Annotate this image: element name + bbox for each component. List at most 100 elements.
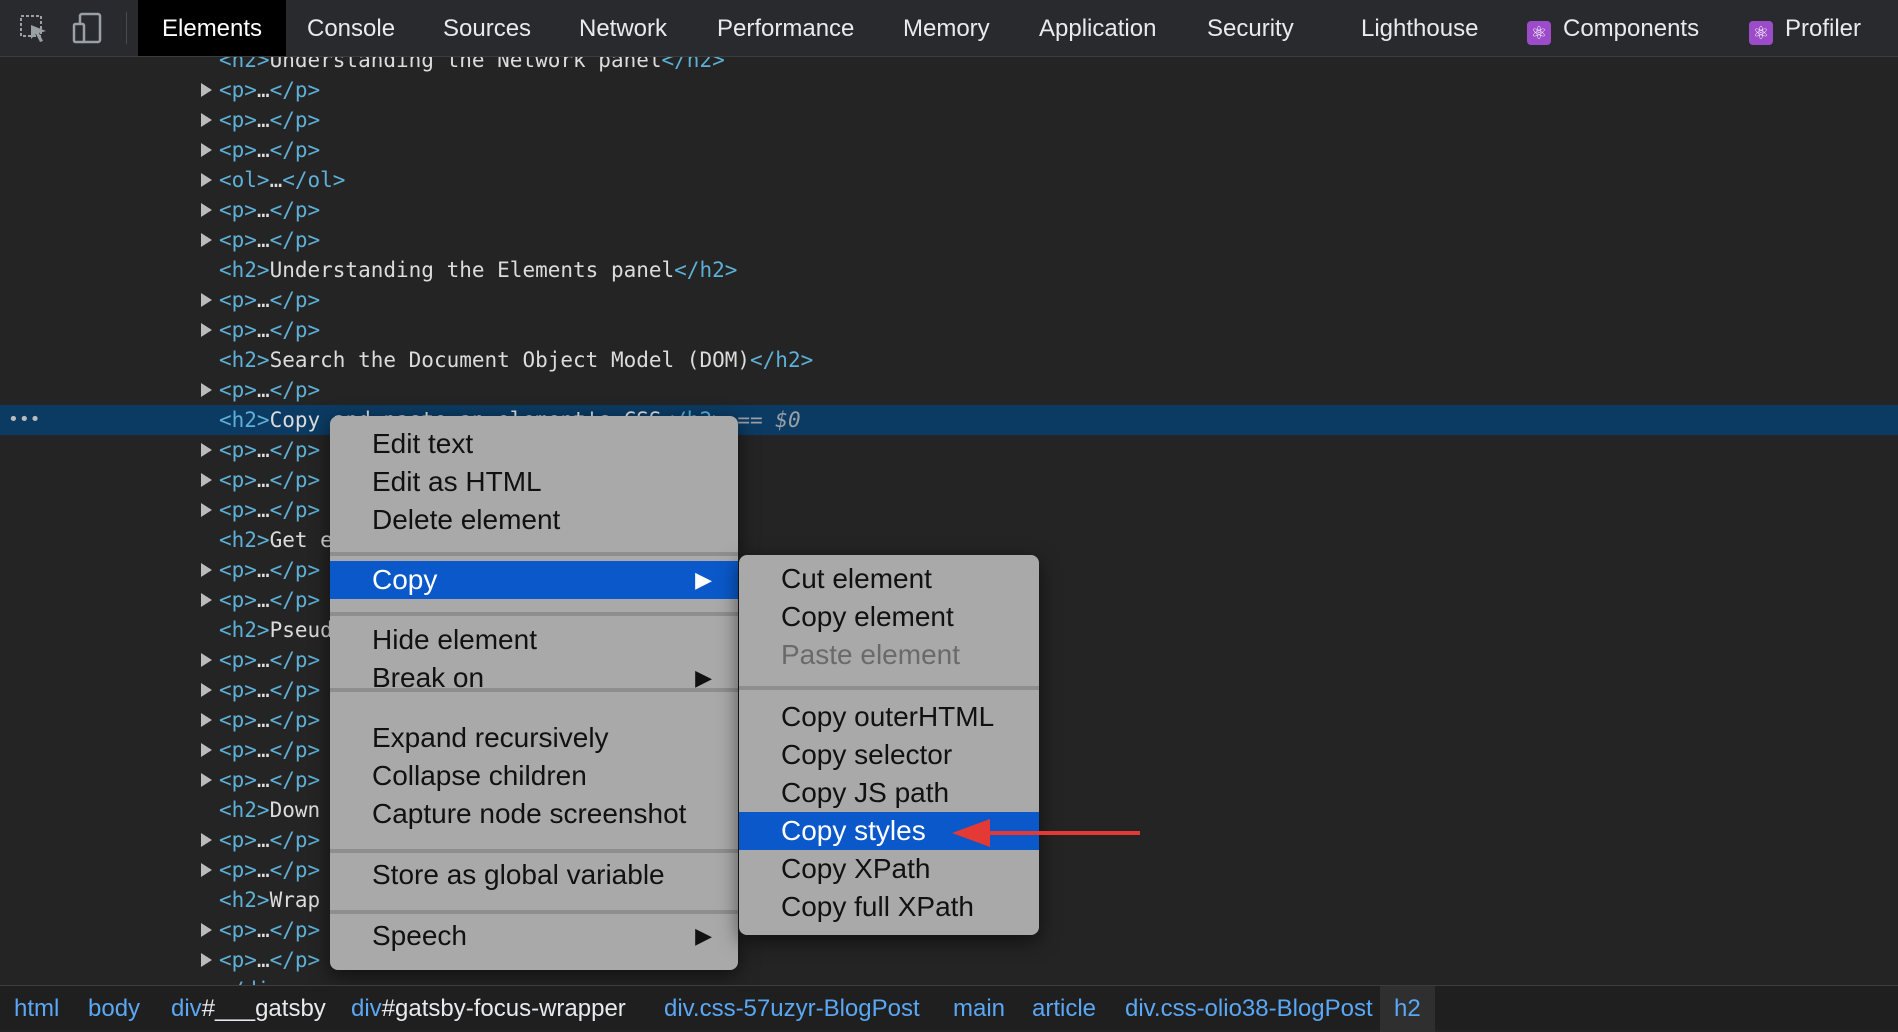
menu-item-speech[interactable]: Speech ▶ bbox=[330, 917, 738, 955]
expand-triangle-icon[interactable] bbox=[201, 953, 212, 967]
breadcrumb-item[interactable]: div#gatsby-focus-wrapper bbox=[351, 986, 626, 1032]
breadcrumb-item[interactable]: main bbox=[953, 986, 1005, 1032]
dom-node[interactable]: <p>…</p> bbox=[0, 135, 1898, 165]
expand-triangle-icon[interactable] bbox=[201, 143, 212, 157]
node-text: … bbox=[256, 498, 270, 522]
menu-item-collapse-children[interactable]: Collapse children bbox=[330, 757, 738, 795]
tab-lighthouse[interactable]: Lighthouse bbox=[1361, 0, 1478, 56]
dom-node[interactable]: <p>…</p> bbox=[0, 435, 1898, 465]
breadcrumb-item[interactable]: html bbox=[14, 986, 59, 1032]
dom-node[interactable]: <p>…</p> bbox=[0, 375, 1898, 405]
dom-node[interactable]: <p>…</p> bbox=[0, 465, 1898, 495]
node-text: Understanding the Elements panel bbox=[269, 258, 675, 282]
node-text: … bbox=[256, 318, 270, 342]
dom-node[interactable]: <p>…</p> bbox=[0, 105, 1898, 135]
breadcrumb-item[interactable]: h2 bbox=[1380, 986, 1435, 1032]
expand-triangle-icon[interactable] bbox=[201, 173, 212, 187]
expand-triangle-icon[interactable] bbox=[201, 83, 212, 97]
expand-triangle-icon[interactable] bbox=[201, 473, 212, 487]
expand-triangle-icon[interactable] bbox=[201, 923, 212, 937]
menu-item-copy-element[interactable]: Copy element bbox=[739, 598, 1039, 636]
dom-node[interactable]: <h2>Search the Document Object Model (DO… bbox=[0, 345, 1898, 375]
expand-triangle-icon[interactable] bbox=[201, 383, 212, 397]
expand-triangle-icon[interactable] bbox=[201, 563, 212, 577]
tab-components[interactable]: ⚛ Components bbox=[1527, 0, 1699, 56]
node-text: … bbox=[256, 588, 270, 612]
menu-item-expand-recursively[interactable]: Expand recursively bbox=[330, 719, 738, 757]
expand-triangle-icon[interactable] bbox=[201, 323, 212, 337]
menu-item-copy-js-path[interactable]: Copy JS path bbox=[739, 774, 1039, 812]
expand-triangle-icon[interactable] bbox=[201, 743, 212, 757]
menu-separator bbox=[330, 612, 738, 616]
menu-item-capture-node-screenshot[interactable]: Capture node screenshot bbox=[330, 795, 738, 833]
dom-node[interactable]: <p>…</p> bbox=[0, 195, 1898, 225]
menu-item-copy-selector[interactable]: Copy selector bbox=[739, 736, 1039, 774]
breadcrumb-item[interactable]: div#___gatsby bbox=[171, 986, 326, 1032]
tab-performance[interactable]: Performance bbox=[717, 0, 854, 56]
open-tag: <h2> bbox=[219, 888, 270, 912]
expand-triangle-icon[interactable] bbox=[201, 833, 212, 847]
expand-triangle-icon[interactable] bbox=[201, 683, 212, 697]
menu-item-label: Expand recursively bbox=[372, 722, 609, 753]
menu-item-edit-as-html[interactable]: Edit as HTML bbox=[330, 463, 738, 501]
breadcrumb-item[interactable]: body bbox=[88, 986, 140, 1032]
menu-item-hide-element[interactable]: Hide element bbox=[330, 621, 738, 659]
react-atom-icon: ⚛ bbox=[1749, 21, 1773, 45]
toolbar-divider bbox=[126, 12, 127, 44]
tab-network[interactable]: Network bbox=[579, 0, 667, 56]
tab-memory[interactable]: Memory bbox=[903, 0, 990, 56]
expand-triangle-icon[interactable] bbox=[201, 863, 212, 877]
dom-node-selected[interactable]: •••<h2>Copy and paste an element's CSS</… bbox=[0, 405, 1898, 435]
breadcrumb-item[interactable]: div.css-57uzyr-BlogPost bbox=[664, 986, 920, 1032]
dom-node[interactable]: <p>…</p> bbox=[0, 75, 1898, 105]
open-tag: <h2> bbox=[219, 798, 270, 822]
menu-item-label: Edit as HTML bbox=[372, 466, 542, 497]
menu-item-label: Speech bbox=[372, 920, 467, 951]
expand-triangle-icon[interactable] bbox=[201, 233, 212, 247]
node-text: … bbox=[256, 138, 270, 162]
menu-item-paste-element[interactable]: Paste element bbox=[739, 636, 1039, 674]
dom-node[interactable]: <p>…</p> bbox=[0, 495, 1898, 525]
dom-node[interactable]: <h2>Understanding the Network panel</h2> bbox=[0, 57, 1898, 75]
dom-node[interactable]: <ol>…</ol> bbox=[0, 165, 1898, 195]
expand-triangle-icon[interactable] bbox=[201, 593, 212, 607]
tab-profiler[interactable]: ⚛ Profiler bbox=[1749, 0, 1861, 56]
dom-node[interactable]: <h2>Get element color picker tool</h2> bbox=[0, 525, 1898, 555]
tab-application[interactable]: Application bbox=[1039, 0, 1156, 56]
tab-console[interactable]: Console bbox=[307, 0, 395, 56]
menu-item-store-as-global-variable[interactable]: Store as global variable bbox=[330, 856, 738, 894]
menu-item-copy-xpath[interactable]: Copy XPath bbox=[739, 850, 1039, 888]
dom-node[interactable]: <p>…</p> bbox=[0, 225, 1898, 255]
dom-node[interactable]: <p>…</p> bbox=[0, 945, 1898, 975]
dom-node[interactable]: <h2>Understanding the Elements panel</h2… bbox=[0, 255, 1898, 285]
expand-triangle-icon[interactable] bbox=[201, 203, 212, 217]
menu-item-copy[interactable]: Copy ▶ bbox=[330, 561, 738, 599]
menu-item-copy-outerhtml[interactable]: Copy outerHTML bbox=[739, 698, 1039, 736]
menu-item-delete-element[interactable]: Delete element bbox=[330, 501, 738, 539]
expand-triangle-icon[interactable] bbox=[201, 773, 212, 787]
expand-triangle-icon[interactable] bbox=[201, 503, 212, 517]
expand-triangle-icon[interactable] bbox=[201, 113, 212, 127]
expand-triangle-icon[interactable] bbox=[201, 653, 212, 667]
tab-security[interactable]: Security bbox=[1207, 0, 1294, 56]
tab-sources[interactable]: Sources bbox=[443, 0, 531, 56]
open-tag: <p> bbox=[219, 858, 257, 882]
element-picker-icon[interactable] bbox=[16, 10, 52, 46]
breadcrumb-item[interactable]: article bbox=[1032, 986, 1096, 1032]
menu-item-copy-full-xpath[interactable]: Copy full XPath bbox=[739, 888, 1039, 926]
more-dots-icon[interactable]: ••• bbox=[8, 405, 41, 435]
expand-triangle-icon[interactable] bbox=[201, 713, 212, 727]
open-tag: <p> bbox=[219, 918, 257, 942]
expand-triangle-icon[interactable] bbox=[201, 293, 212, 307]
node-markup: <h2>Pseudo bbox=[219, 615, 345, 645]
tab-elements[interactable]: Elements bbox=[138, 0, 287, 56]
breadcrumb-item[interactable]: div.css-olio38-BlogPost bbox=[1125, 986, 1373, 1032]
node-markup: <p>…</p> bbox=[219, 495, 320, 525]
expand-triangle-icon[interactable] bbox=[201, 443, 212, 457]
device-toggle-icon[interactable] bbox=[70, 10, 106, 46]
dom-node[interactable]: <p>…</p> bbox=[0, 285, 1898, 315]
dom-node[interactable]: </div> bbox=[0, 975, 1898, 985]
menu-item-cut-element[interactable]: Cut element bbox=[739, 560, 1039, 598]
menu-item-edit-text[interactable]: Edit text bbox=[330, 425, 738, 463]
dom-node[interactable]: <p>…</p> bbox=[0, 315, 1898, 345]
